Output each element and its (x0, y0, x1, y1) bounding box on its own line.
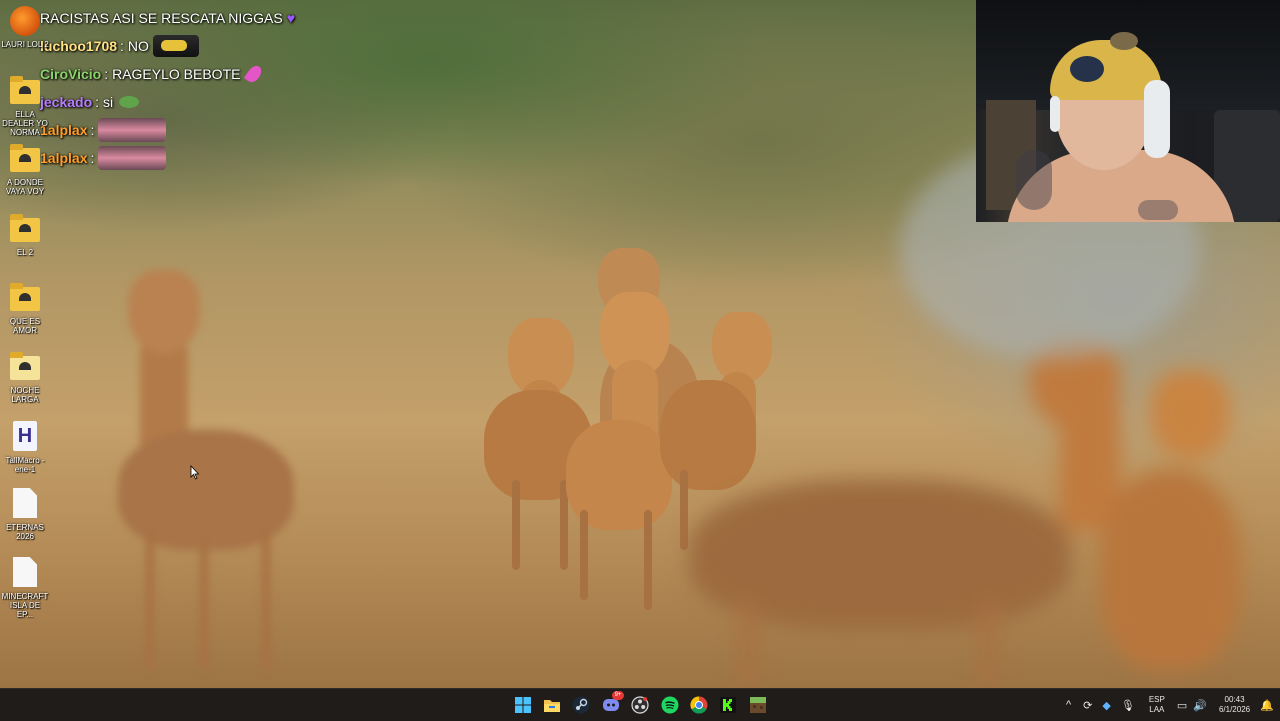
desktop-file-eternas-2026[interactable]: ETERNAS 2026 (1, 488, 49, 541)
desktop-file-minecraft-isla[interactable]: MINECRAFT ISLA DE EP... (1, 557, 49, 619)
green-frog-icon (119, 96, 140, 108)
shield-icon[interactable]: ◆ (1102, 699, 1110, 712)
notification-badge: 9+ (612, 691, 624, 700)
chat-message: 1alplax : (6, 116, 366, 144)
clock[interactable]: 00:43 6/1/2026 (1219, 695, 1250, 715)
chat-separator: : (104, 66, 109, 82)
chat-message: luchoo1708 : NO (6, 32, 366, 60)
chat-message-text: RAGEYLO BEBOTE (112, 66, 241, 82)
desktop-folder-noche-larga[interactable]: NOCHE LARGA (1, 352, 49, 404)
desktop-file-tallmacro[interactable]: H TallMacro - ene-1 (1, 421, 49, 474)
chrome-button[interactable] (690, 696, 708, 714)
chat-separator: : (95, 94, 100, 110)
streamer-webcam (976, 0, 1280, 222)
kick-button[interactable] (719, 696, 737, 714)
lips-emote-icon (98, 118, 167, 142)
stream-chat-overlay: RACISTAS ASI SE RESCATA NIGGAS ♥ luchoo1… (6, 4, 366, 172)
desktop-icon-label: ETERNAS 2026 (6, 523, 44, 541)
chat-message: jeckado : si (6, 88, 366, 116)
keyboard-layout-code: LAA (1149, 705, 1165, 714)
desktop-icon-label: LAURI LOL 2 (1, 40, 49, 49)
desktop-icon-label: TallMacro - ene-1 (5, 456, 45, 474)
fl-studio-icon (10, 6, 40, 36)
windows-start-icon (515, 697, 531, 713)
desktop-icon-label: MINECRAFT ISLA DE EP... (1, 592, 49, 619)
chat-message: CiroVicio : RAGEYLO BEBOTE (6, 60, 366, 88)
chat-separator: : (90, 122, 95, 138)
input-language-indicator[interactable]: ESP LAA (1149, 695, 1165, 715)
folder-icon (10, 352, 40, 380)
document-icon (13, 488, 37, 518)
pink-feather-icon (244, 63, 265, 85)
show-hidden-icons-chevron-icon[interactable]: ^ (1066, 699, 1071, 711)
spotify-icon (661, 696, 679, 714)
chat-separator: : (120, 38, 124, 54)
minecraft-button[interactable] (749, 696, 767, 714)
chat-username[interactable]: luchoo1708 (40, 38, 117, 54)
file-explorer-button[interactable] (543, 696, 561, 714)
minecraft-icon (750, 697, 766, 713)
desktop-icon-label: ELLA DEALER YO NORMA (2, 110, 48, 137)
windows-start-button[interactable] (514, 696, 532, 714)
folder-icon (10, 76, 40, 104)
steam-button[interactable] (572, 696, 590, 714)
steam-icon (572, 696, 590, 714)
lips-emote-icon (98, 146, 167, 170)
desktop-icon-label: EL 2 (16, 248, 34, 257)
desktop-folder-a-donde-vaya-voy[interactable]: A DONDE VAYA VOY (1, 144, 49, 196)
taskbar: 9+ ^ ⟳ ◆ 🎙 ESP LAA ▭ 🔊 00:43 6/1/2026 🔔 (0, 688, 1280, 721)
car-emote-icon (152, 35, 199, 57)
notification-bell-icon[interactable]: 🔔 (1260, 699, 1274, 712)
obs-icon (631, 696, 649, 714)
sync-icon[interactable]: ⟳ (1083, 699, 1092, 712)
desktop-icon-label: A DONDE VAYA VOY (5, 178, 45, 196)
network-icon[interactable]: ▭ (1177, 699, 1187, 712)
obs-button[interactable] (631, 696, 649, 714)
language-code: ESP (1148, 695, 1165, 704)
chat-message-text: RACISTAS ASI SE RESCATA NIGGAS (40, 10, 283, 26)
desktop-icon-label: NOCHE LARGA (10, 386, 40, 404)
file-explorer-icon (544, 700, 560, 712)
desktop-folder-ella-dealer[interactable]: ELLA DEALER YO NORMA (1, 76, 49, 137)
spotify-button[interactable] (661, 696, 679, 714)
document-icon (13, 557, 37, 587)
purple-heart-icon: ♥ (286, 10, 296, 26)
folder-icon (10, 214, 40, 242)
desktop-shortcut-lauri-lol-2[interactable]: LAURI LOL 2 (1, 6, 49, 49)
chat-message-text: si (103, 94, 114, 110)
chat-message-text: NO (127, 38, 149, 54)
chrome-icon (690, 696, 708, 714)
chat-message: 1alplax : (6, 144, 366, 172)
desktop-folder-que-es-amor[interactable]: QUE ES AMOR (1, 283, 49, 335)
kick-icon (720, 697, 736, 713)
microphone-icon[interactable]: 🎙 (1121, 699, 1135, 712)
chat-username[interactable]: CiroVicio (40, 66, 101, 82)
folder-icon (10, 144, 40, 172)
folder-icon (10, 283, 40, 311)
clock-time: 00:43 (1224, 695, 1245, 704)
h-file-icon: H (13, 421, 37, 451)
mouse-cursor-icon (190, 465, 200, 480)
chat-separator: : (90, 150, 95, 166)
clock-date: 6/1/2026 (1218, 705, 1251, 714)
system-tray: ^ ⟳ ◆ 🎙 ESP LAA ▭ 🔊 00:43 6/1/2026 🔔 (1066, 689, 1274, 721)
volume-icon[interactable]: 🔊 (1193, 699, 1207, 712)
chat-message: RACISTAS ASI SE RESCATA NIGGAS ♥ (6, 4, 366, 32)
desktop-folder-el-2[interactable]: EL 2 (1, 214, 49, 257)
desktop-icon-label: QUE ES AMOR (9, 317, 41, 335)
discord-button[interactable]: 9+ (602, 691, 624, 714)
